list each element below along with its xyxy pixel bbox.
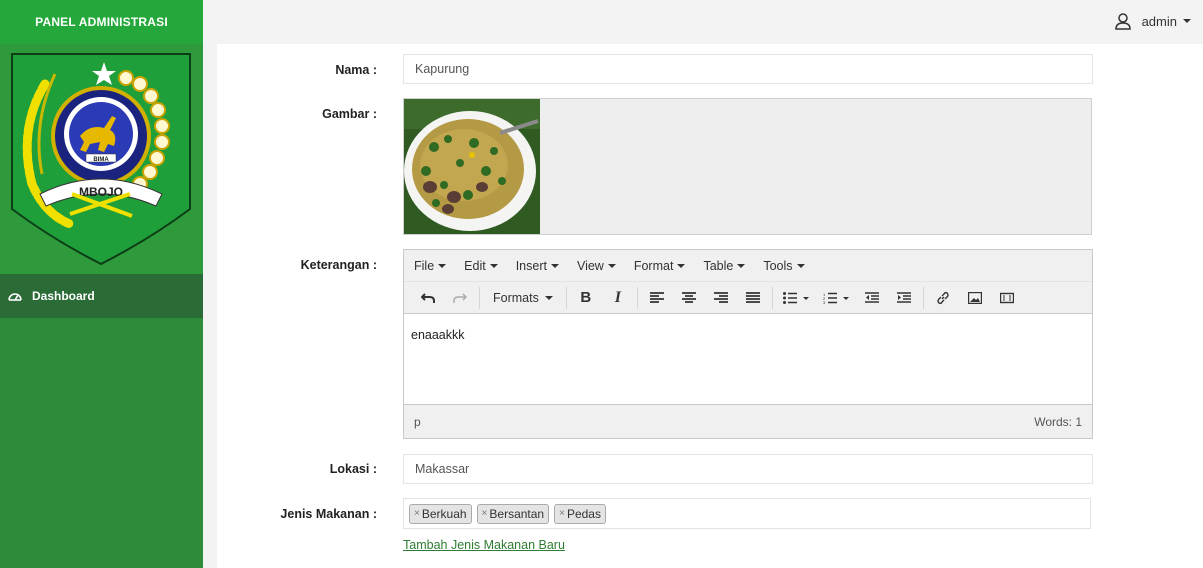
media-icon[interactable] [991,285,1023,311]
menu-edit[interactable]: Edit [464,259,498,273]
tag-chip: × Bersantan [476,503,550,524]
sidebar-item-label: Dashboard [32,289,95,303]
form-panel: Nama : Kapurung Gambar : Keterangan: Fi… [217,44,1203,568]
italic-icon[interactable]: I [602,285,634,311]
outdent-icon[interactable] [856,285,888,311]
menu-table[interactable]: Table [703,259,746,273]
formats-dropdown[interactable]: Formats [483,285,563,311]
keterangan-label: Keterangan : [300,258,377,272]
link-icon[interactable] [927,285,959,311]
tag-chip: × Pedas [554,503,606,524]
bullet-list-icon[interactable] [776,285,816,311]
image-preview[interactable] [403,98,1092,235]
dashboard-icon [6,287,24,305]
menu-tools[interactable]: Tools [763,259,805,273]
topbar: admin [203,0,1203,44]
editor-statusbar: p Words: 1 [404,404,1092,438]
numbered-list-icon[interactable]: 123 [816,285,856,311]
tag-chip: × Berkuah [409,503,472,524]
sidebar: PANEL ADMINISTRASI BIMA MBOJO Dashboard [0,0,203,568]
toolbar-divider [922,286,924,309]
editor-content[interactable]: enaaakkk [404,314,1092,404]
remove-tag-icon[interactable]: × [559,508,565,519]
align-justify-icon[interactable] [737,285,769,311]
toolbar-divider [479,286,480,309]
jenis-makanan-select[interactable]: × Berkuah × Bersantan × Pedas [403,498,1091,529]
nama-input[interactable]: Kapurung [403,54,1093,84]
align-center-icon[interactable] [673,285,705,311]
editor-toolbar: Formats B I 123 [404,282,1092,314]
menu-format[interactable]: Format [634,259,686,273]
nama-label: Nama : [335,63,377,77]
redo-icon[interactable] [444,285,476,311]
lokasi-input[interactable]: Makassar [403,454,1093,484]
menu-view[interactable]: View [577,259,616,273]
sidebar-item-dashboard[interactable]: Dashboard [0,274,203,318]
align-left-icon[interactable] [641,285,673,311]
bold-icon[interactable]: B [570,285,602,311]
menu-insert[interactable]: Insert [516,259,559,273]
user-icon [1114,12,1132,30]
gambar-label: Gambar : [322,107,377,121]
indent-icon[interactable] [888,285,920,311]
remove-tag-icon[interactable]: × [414,508,420,519]
toolbar-divider [565,286,567,309]
lokasi-label: Lokasi : [329,462,377,476]
toolbar-divider [771,286,773,309]
brand-title: PANEL ADMINISTRASI [0,0,203,44]
user-menu[interactable]: admin [1114,12,1191,30]
logo-area: BIMA MBOJO [0,44,203,274]
user-name: admin [1141,13,1177,29]
editor-menubar: File Edit Insert View Format Table Tools [404,250,1092,282]
menu-file[interactable]: File [414,259,447,273]
add-jenis-makanan-link[interactable]: Tambah Jenis Makanan Baru [403,538,565,552]
remove-tag-icon[interactable]: × [482,508,488,519]
bima-logo: BIMA MBOJO [11,53,191,266]
toolbar-divider [636,286,638,309]
food-image [404,99,540,234]
rich-text-editor: File Edit Insert View Format Table Tools… [403,249,1093,439]
undo-icon[interactable] [412,285,444,311]
svg-text:3: 3 [823,300,826,304]
chevron-down-icon [1183,19,1191,23]
image-icon[interactable] [959,285,991,311]
align-right-icon[interactable] [705,285,737,311]
jenis-makanan-label: Jenis Makanan : [280,507,377,521]
svg-text:BIMA: BIMA [93,157,109,163]
word-count: Words: 1 [1034,414,1082,429]
element-path[interactable]: p [414,415,421,429]
